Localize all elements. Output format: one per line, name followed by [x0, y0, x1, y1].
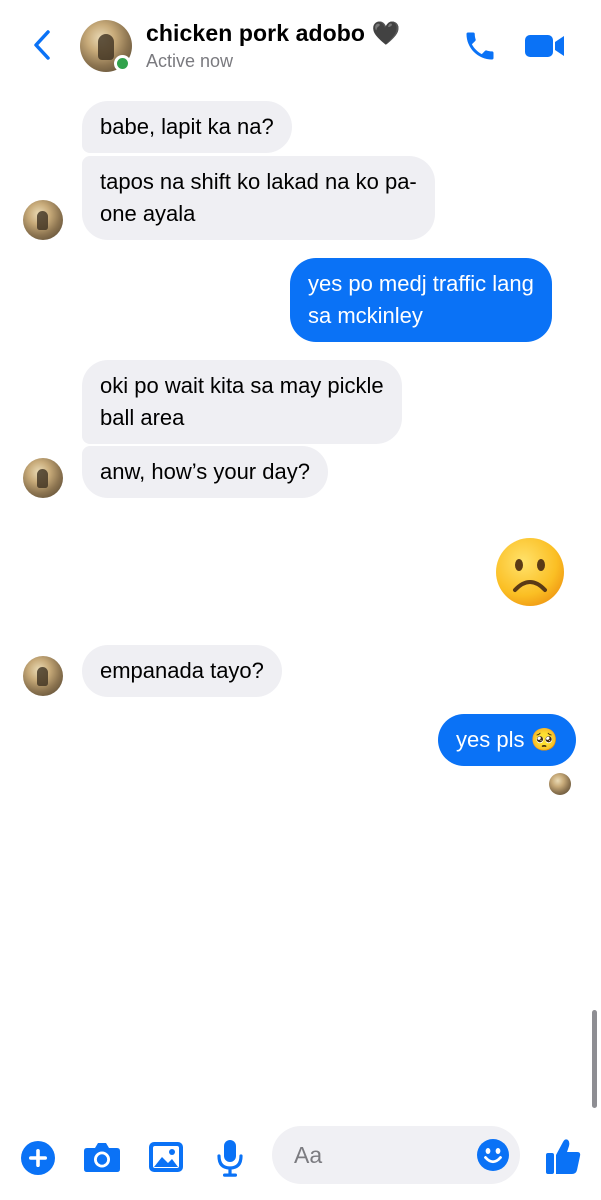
- incoming-message[interactable]: anw, how’s your day?: [82, 446, 328, 498]
- message-text: ball area: [100, 405, 185, 430]
- outgoing-message[interactable]: yes po medj traffic lang sa mckinley: [290, 258, 552, 342]
- message-text: yes po medj traffic lang: [308, 271, 534, 296]
- sender-avatar[interactable]: [23, 200, 63, 240]
- phone-icon: [466, 32, 494, 60]
- message-text: tapos na shift ko lakad na ko pa-: [100, 169, 417, 194]
- chat-header: chicken pork adobo 🖤 Active now: [0, 0, 601, 88]
- smiley-icon: [477, 1139, 509, 1171]
- message-text: one ayala: [100, 201, 196, 226]
- message-input[interactable]: [294, 1126, 474, 1184]
- message-input-container[interactable]: [272, 1126, 520, 1184]
- message-text: oki po wait kita sa may pickle: [100, 373, 384, 398]
- outgoing-message[interactable]: yes pls 🥺: [438, 714, 576, 766]
- sender-avatar[interactable]: [23, 458, 63, 498]
- incoming-message[interactable]: empanada tayo?: [82, 645, 282, 697]
- frowning-face-emoji[interactable]: [494, 536, 566, 608]
- voice-message-button[interactable]: [214, 1138, 246, 1178]
- microphone-icon: [217, 1140, 243, 1177]
- back-button[interactable]: [28, 26, 58, 64]
- message-text: empanada tayo?: [100, 658, 264, 683]
- incoming-message[interactable]: babe, lapit ka na?: [82, 101, 292, 153]
- camera-icon: [84, 1143, 120, 1172]
- sender-avatar[interactable]: [23, 656, 63, 696]
- incoming-message[interactable]: oki po wait kita sa may pickle ball area: [82, 360, 402, 444]
- message-text: anw, how’s your day?: [100, 459, 310, 484]
- online-status-dot: [114, 55, 131, 72]
- message-composer: [0, 1120, 601, 1200]
- contact-status: Active now: [146, 51, 234, 71]
- message-text: yes pls 🥺: [456, 727, 558, 752]
- emoji-button[interactable]: [476, 1138, 510, 1172]
- video-call-button[interactable]: [522, 30, 568, 62]
- message-text: sa mckinley: [308, 303, 423, 328]
- voice-call-button[interactable]: [462, 28, 498, 64]
- message-thread[interactable]: babe, lapit ka na? tapos na shift ko lak…: [0, 88, 601, 1120]
- contact-name[interactable]: chicken pork adobo 🖤: [146, 20, 400, 47]
- seen-receipt-avatar: [549, 773, 571, 795]
- camera-button[interactable]: [83, 1140, 121, 1174]
- gallery-button[interactable]: [148, 1140, 184, 1174]
- chevron-left-icon: [34, 30, 50, 60]
- like-button[interactable]: [544, 1136, 582, 1176]
- video-camera-icon: [525, 35, 564, 57]
- message-text: babe, lapit ka na?: [100, 114, 274, 139]
- plus-circle-icon: [21, 1141, 55, 1175]
- more-actions-button[interactable]: [20, 1140, 56, 1176]
- image-icon: [149, 1142, 183, 1172]
- scrollbar[interactable]: [592, 1010, 597, 1108]
- thumbs-up-icon: [546, 1139, 581, 1174]
- incoming-message[interactable]: tapos na shift ko lakad na ko pa- one ay…: [82, 156, 435, 240]
